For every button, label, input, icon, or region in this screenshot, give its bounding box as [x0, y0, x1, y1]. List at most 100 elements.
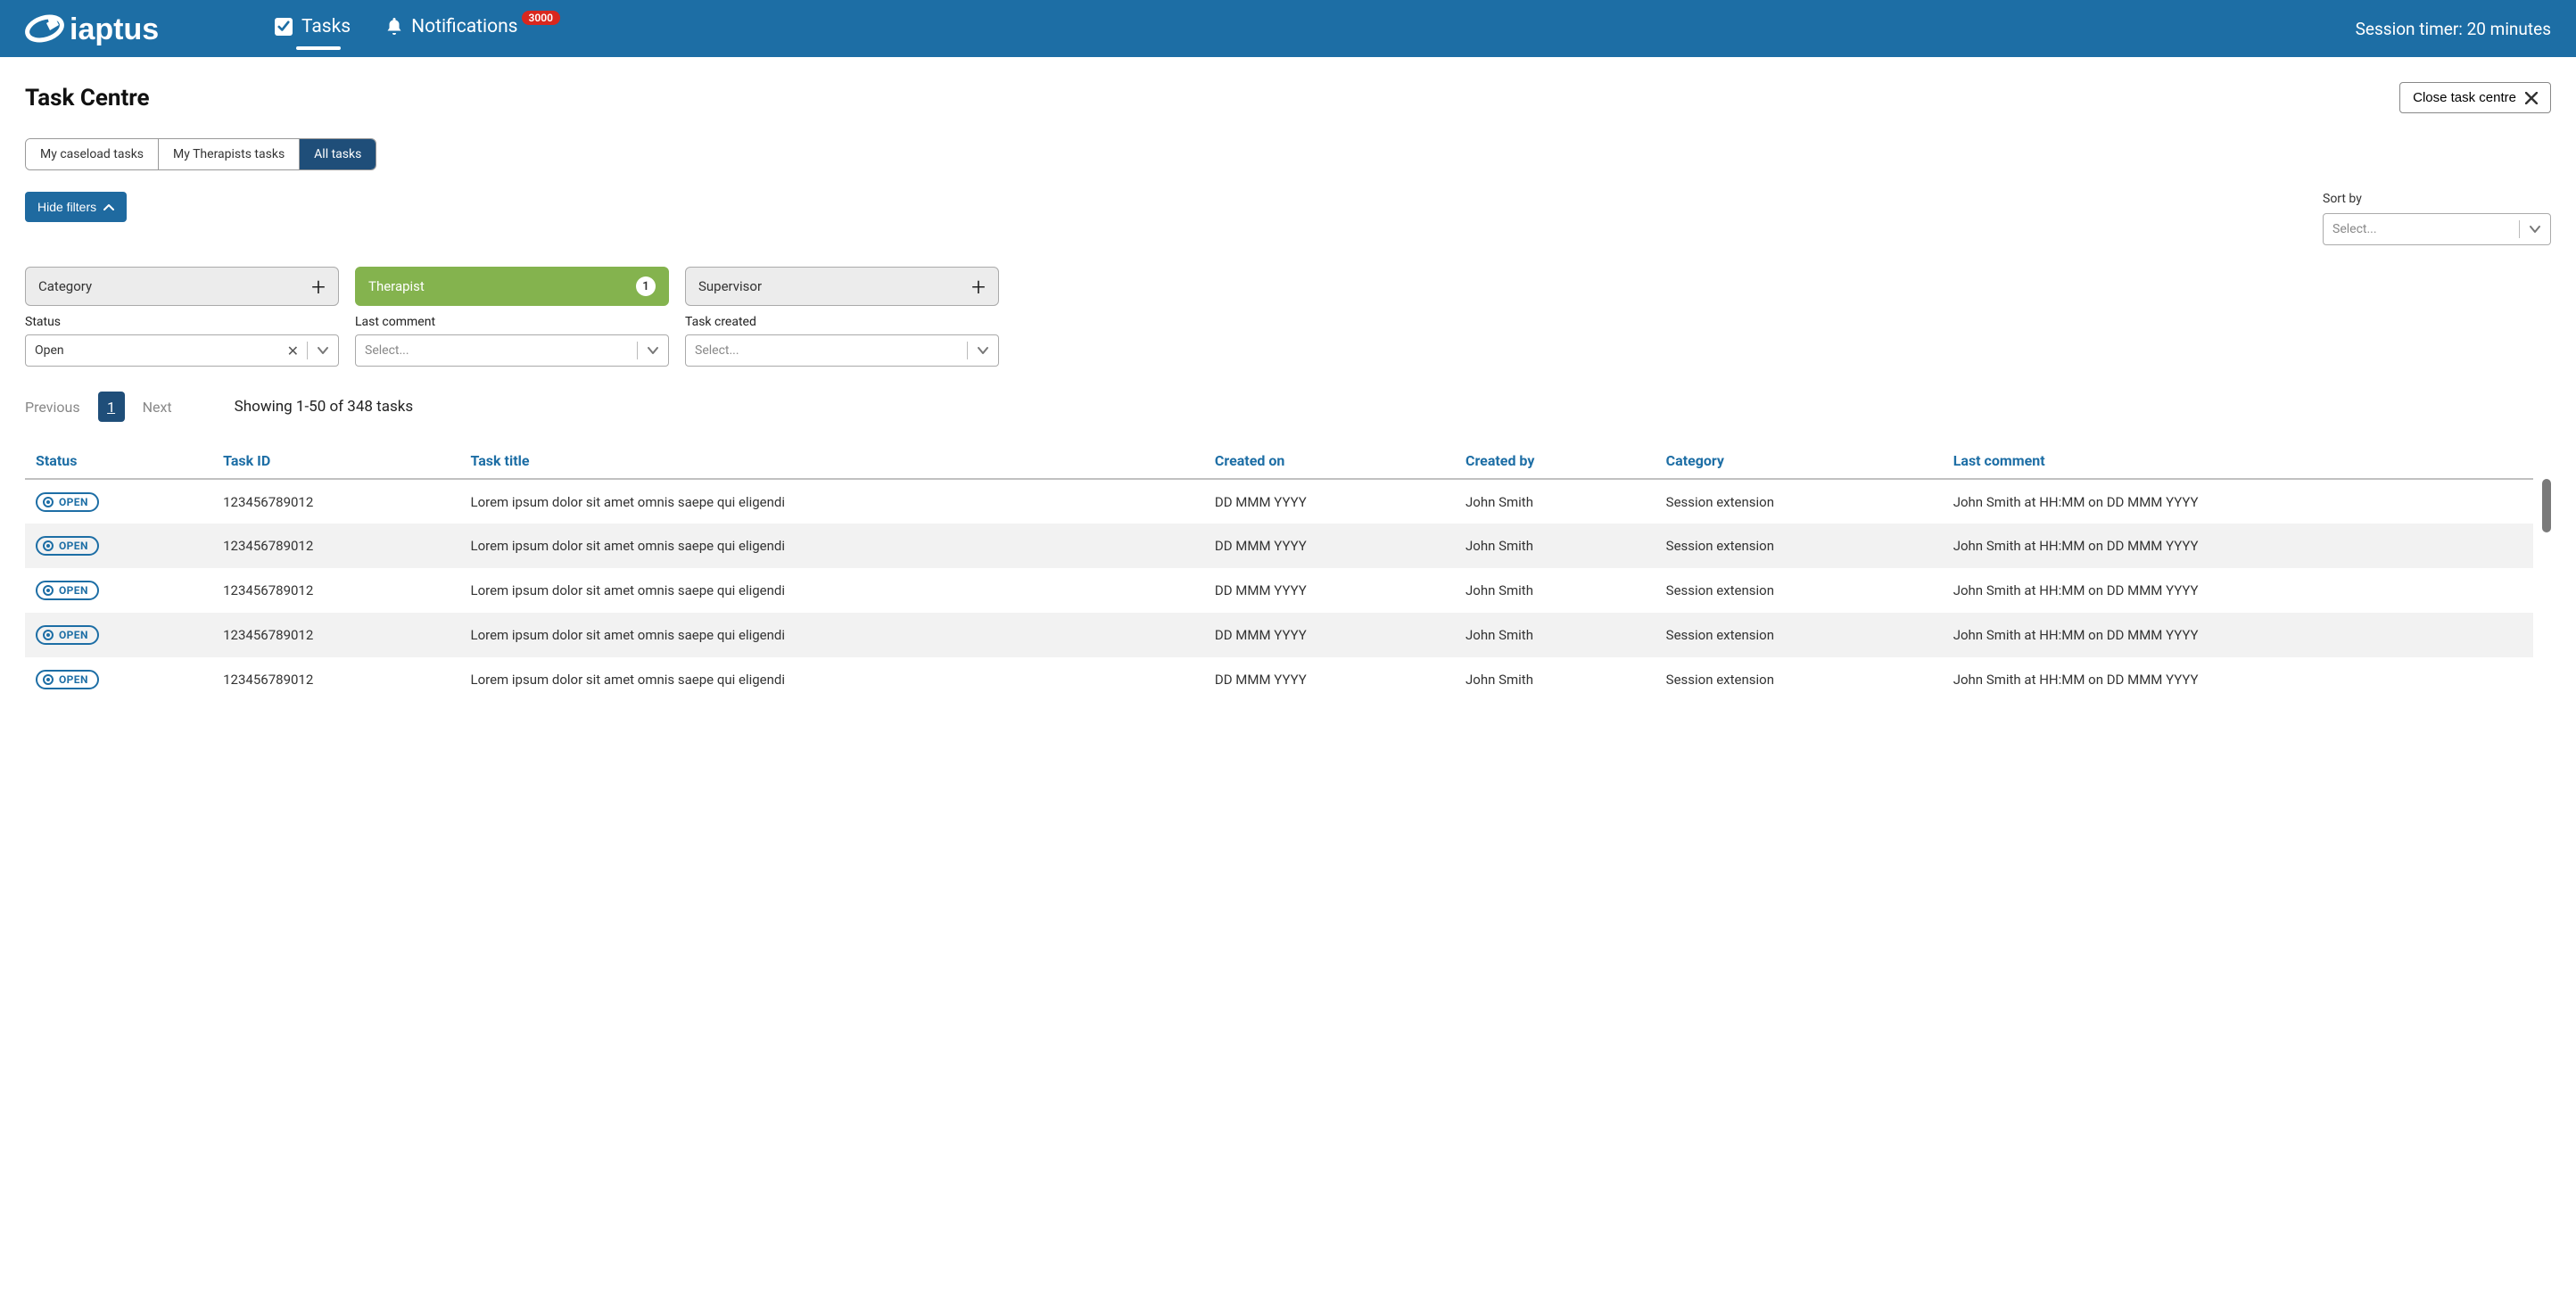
cell-created-on: DD MMM YYYY [1204, 568, 1455, 613]
cell-category: Session extension [1655, 613, 1943, 657]
cell-category: Session extension [1655, 524, 1943, 568]
sort-by-label: Sort by [2323, 192, 2551, 206]
filter-card-therapist-label: Therapist [368, 278, 425, 294]
status-select[interactable]: Open ✕ [25, 334, 339, 367]
col-status[interactable]: Status [25, 443, 212, 479]
cell-task-id: 123456789012 [212, 657, 459, 702]
status-badge: OPEN [36, 625, 99, 645]
tab-my-caseload[interactable]: My caseload tasks [26, 139, 159, 169]
scrollbar-thumb[interactable] [2542, 479, 2551, 532]
pagination: Previous 1 Next Showing 1-50 of 348 task… [25, 392, 2551, 422]
sort-by-group: Sort by Select... [2323, 192, 2551, 245]
table-row[interactable]: OPEN 123456789012Lorem ipsum dolor sit am… [25, 568, 2533, 613]
close-task-centre-button[interactable]: Close task centre [2399, 82, 2551, 113]
record-icon [43, 585, 54, 596]
cell-status: OPEN [25, 479, 212, 524]
pagination-page-1[interactable]: 1 [98, 392, 125, 422]
hide-filters-button[interactable]: Hide filters [25, 192, 127, 222]
cell-last-comment: John Smith at HH:MM on DD MMM YYYY [1943, 479, 2533, 524]
cell-last-comment: John Smith at HH:MM on DD MMM YYYY [1943, 524, 2533, 568]
cell-created-by: John Smith [1455, 479, 1655, 524]
cell-created-by: John Smith [1455, 613, 1655, 657]
cell-task-id: 123456789012 [212, 524, 459, 568]
cell-task-title: Lorem ipsum dolor sit amet omnis saepe q… [460, 568, 1204, 613]
cell-last-comment: John Smith at HH:MM on DD MMM YYYY [1943, 613, 2533, 657]
col-created-on[interactable]: Created on [1204, 443, 1455, 479]
col-last-comment[interactable]: Last comment [1943, 443, 2533, 479]
cell-status: OPEN [25, 657, 212, 702]
cell-category: Session extension [1655, 657, 1943, 702]
plus-icon: + [311, 272, 326, 301]
last-comment-select[interactable]: Select... [355, 334, 669, 367]
cell-category: Session extension [1655, 479, 1943, 524]
chevron-down-icon [977, 346, 989, 355]
cell-created-by: John Smith [1455, 568, 1655, 613]
cell-status: OPEN [25, 568, 212, 613]
view-tab-group: My caseload tasks My Therapists tasks Al… [25, 138, 376, 170]
table-row[interactable]: OPEN123456789012Lorem ipsum dolor sit am… [25, 613, 2533, 657]
col-task-title[interactable]: Task title [460, 443, 1204, 479]
svg-text:iaptus: iaptus [70, 12, 159, 46]
tab-my-therapists[interactable]: My Therapists tasks [159, 139, 300, 169]
nav-tab-tasks[interactable]: Tasks [275, 16, 351, 41]
cell-category: Session extension [1655, 568, 1943, 613]
cell-last-comment: John Smith at HH:MM on DD MMM YYYY [1943, 657, 2533, 702]
status-badge: OPEN [36, 670, 99, 689]
table-row[interactable]: OPEN 123456789012Lorem ipsum dolor sit am… [25, 657, 2533, 702]
check-icon [275, 18, 293, 36]
nav-tab-notifications-label: Notifications [411, 16, 517, 37]
cell-task-title: Lorem ipsum dolor sit amet omnis saepe q… [460, 524, 1204, 568]
filter-card-supervisor-label: Supervisor [698, 278, 762, 294]
status-text: OPEN [59, 584, 88, 597]
cell-task-id: 123456789012 [212, 568, 459, 613]
task-created-placeholder: Select... [695, 343, 739, 358]
task-created-select[interactable]: Select... [685, 334, 999, 367]
clear-icon[interactable]: ✕ [287, 342, 299, 359]
table-row[interactable]: OPEN 123456789012Lorem ipsum dolor sit am… [25, 524, 2533, 568]
plus-icon: + [971, 272, 986, 301]
iaptus-logo-icon: iaptus [25, 7, 203, 50]
bell-icon [386, 18, 402, 36]
status-text: OPEN [59, 673, 88, 686]
filter-card-category-label: Category [38, 278, 92, 294]
status-badge: OPEN [36, 536, 99, 556]
filter-card-therapist[interactable]: Therapist 1 [355, 267, 669, 306]
cell-task-title: Lorem ipsum dolor sit amet omnis saepe q… [460, 479, 1204, 524]
pagination-next[interactable]: Next [143, 399, 172, 416]
col-created-by[interactable]: Created by [1455, 443, 1655, 479]
status-text: OPEN [59, 496, 88, 508]
task-created-label: Task created [685, 315, 999, 329]
status-label: Status [25, 315, 339, 329]
task-table: Status Task ID Task title Created on Cre… [25, 443, 2533, 702]
table-header-row: Status Task ID Task title Created on Cre… [25, 443, 2533, 479]
session-timer: Session timer: 20 minutes [2356, 19, 2551, 39]
col-task-id[interactable]: Task ID [212, 443, 459, 479]
table-row[interactable]: OPEN123456789012Lorem ipsum dolor sit am… [25, 479, 2533, 524]
record-icon [43, 497, 54, 507]
select-separator [637, 342, 638, 359]
sort-by-select[interactable]: Select... [2323, 213, 2551, 245]
cell-created-on: DD MMM YYYY [1204, 657, 1455, 702]
status-badge: OPEN [36, 492, 99, 512]
filter-card-supervisor[interactable]: Supervisor + [685, 267, 999, 306]
pagination-showing: Showing 1-50 of 348 tasks [235, 398, 413, 416]
status-text: OPEN [59, 540, 88, 552]
cell-task-title: Lorem ipsum dolor sit amet omnis saepe q… [460, 657, 1204, 702]
tab-all-tasks[interactable]: All tasks [300, 139, 376, 169]
task-table-wrap: Status Task ID Task title Created on Cre… [25, 443, 2551, 702]
nav-tab-notifications[interactable]: Notifications 3000 [386, 16, 566, 41]
cell-task-id: 123456789012 [212, 613, 459, 657]
chevron-down-icon [2529, 225, 2541, 234]
cell-status: OPEN [25, 524, 212, 568]
chevron-down-icon [647, 346, 659, 355]
cell-created-on: DD MMM YYYY [1204, 613, 1455, 657]
page-title: Task Centre [25, 85, 150, 111]
status-select-group: Status Open ✕ [25, 315, 339, 367]
filter-card-category[interactable]: Category + [25, 267, 339, 306]
col-category[interactable]: Category [1655, 443, 1943, 479]
select-separator [967, 342, 968, 359]
pagination-previous[interactable]: Previous [25, 399, 80, 416]
last-comment-label: Last comment [355, 315, 669, 329]
task-created-select-group: Task created Select... [685, 315, 999, 367]
filter-select-row: Status Open ✕ Last comment Select... Tas [25, 315, 2551, 367]
